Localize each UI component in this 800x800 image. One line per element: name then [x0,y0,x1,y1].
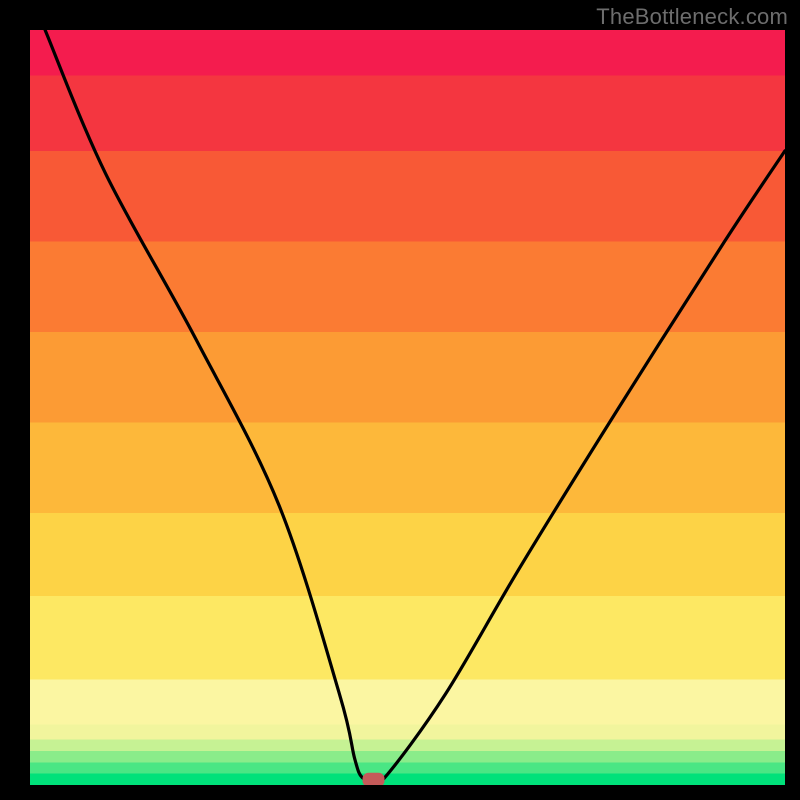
gradient-background [30,30,785,785]
bottleneck-chart [30,30,785,785]
chart-frame: TheBottleneck.com [0,0,800,800]
plot-area [30,30,785,785]
optimal-marker [363,773,385,785]
watermark-label: TheBottleneck.com [596,4,788,30]
